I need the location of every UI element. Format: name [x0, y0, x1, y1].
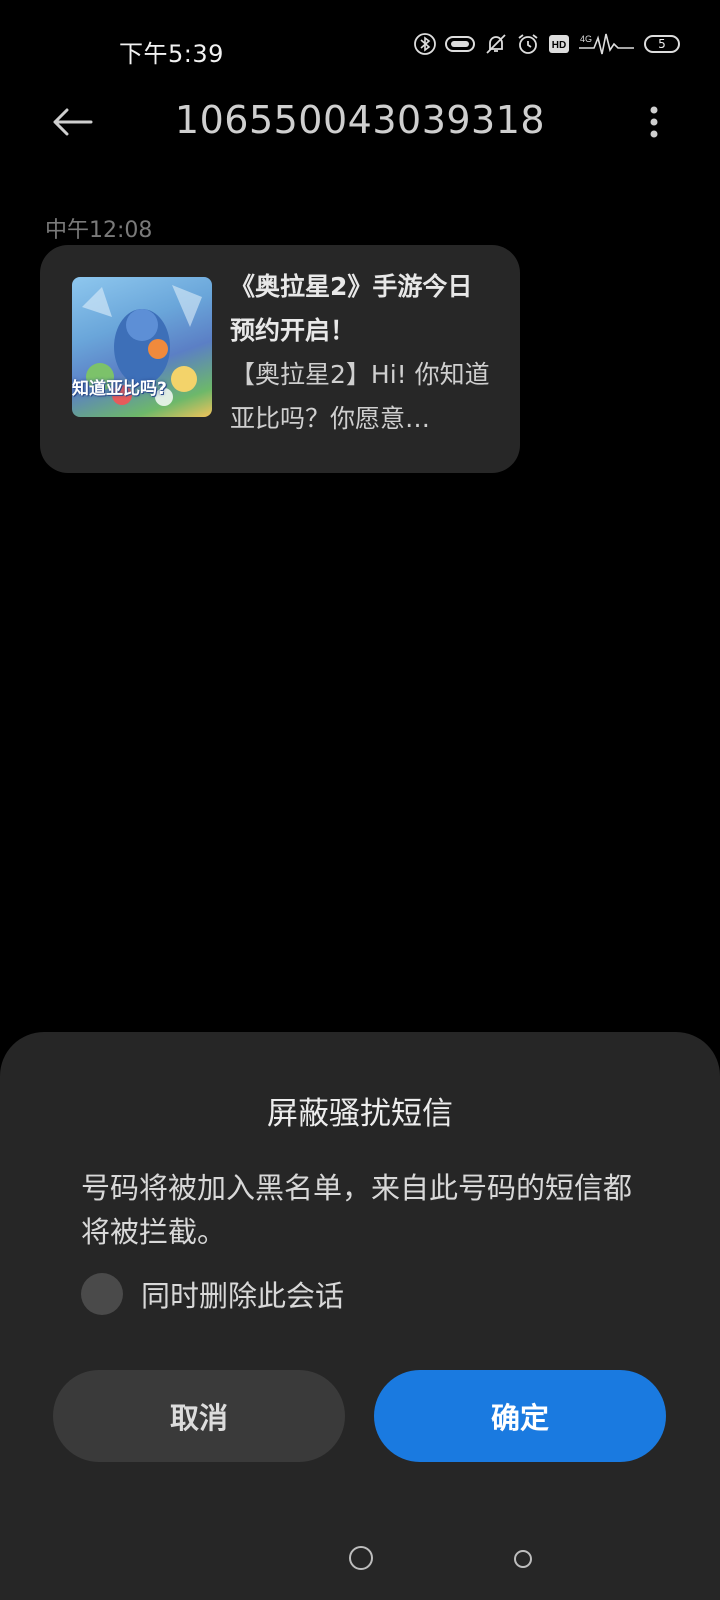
dialog-description: 号码将被加入黑名单，来自此号码的短信都将被拦截。 [81, 1171, 633, 1249]
battery-icon: 5 [644, 35, 680, 53]
delete-conversation-label: 同时删除此会话 [141, 1279, 345, 1313]
thumbnail-caption: 知道亚比吗? [72, 379, 167, 399]
delete-conversation-option[interactable]: 同时删除此会话 [81, 1272, 344, 1316]
recents-nav-icon[interactable] [514, 1550, 532, 1568]
network-label: 4G [580, 34, 592, 44]
delete-conversation-checkbox[interactable] [81, 1273, 123, 1315]
more-vertical-icon [650, 106, 658, 138]
alarm-icon [516, 32, 540, 56]
battery-level: 5 [658, 37, 666, 51]
message-thumbnail[interactable]: 知道亚比吗? [72, 277, 212, 417]
signal-4g-icon: 4G [578, 32, 636, 56]
hd-icon: HD [548, 34, 570, 54]
status-time: 下午5:39 [119, 40, 224, 68]
message-title: 《奥拉星2》手游今日预约开启！ [230, 272, 473, 345]
dialog-title: 屏蔽骚扰短信 [267, 1096, 453, 1132]
bell-off-icon [484, 32, 508, 56]
header: 106550043039318 [0, 96, 720, 148]
bluetooth-icon [414, 33, 436, 55]
hd-label: HD [552, 40, 566, 51]
home-nav-icon[interactable] [349, 1546, 373, 1570]
more-button[interactable] [642, 102, 666, 142]
cancel-button[interactable]: 取消 [53, 1370, 345, 1462]
confirm-button[interactable]: 确定 [374, 1370, 666, 1462]
status-bar: 下午5:39 HD 4G 5 [0, 0, 720, 96]
message-body: 【奥拉星2】Hi! 你知道亚比吗？你愿意… [230, 360, 490, 433]
block-spam-dialog: 屏蔽骚扰短信 号码将被加入黑名单，来自此号码的短信都将被拦截。 同时删除此会话 … [0, 1032, 720, 1600]
message-timestamp: 中午12:08 [45, 218, 153, 243]
message-bubble[interactable]: 知道亚比吗? 《奥拉星2》手游今日预约开启！ 【奥拉星2】Hi! 你知道亚比吗？… [40, 245, 520, 473]
page-title: 106550043039318 [174, 98, 546, 142]
status-icons: HD 4G 5 [414, 32, 680, 56]
link-icon [444, 33, 476, 55]
